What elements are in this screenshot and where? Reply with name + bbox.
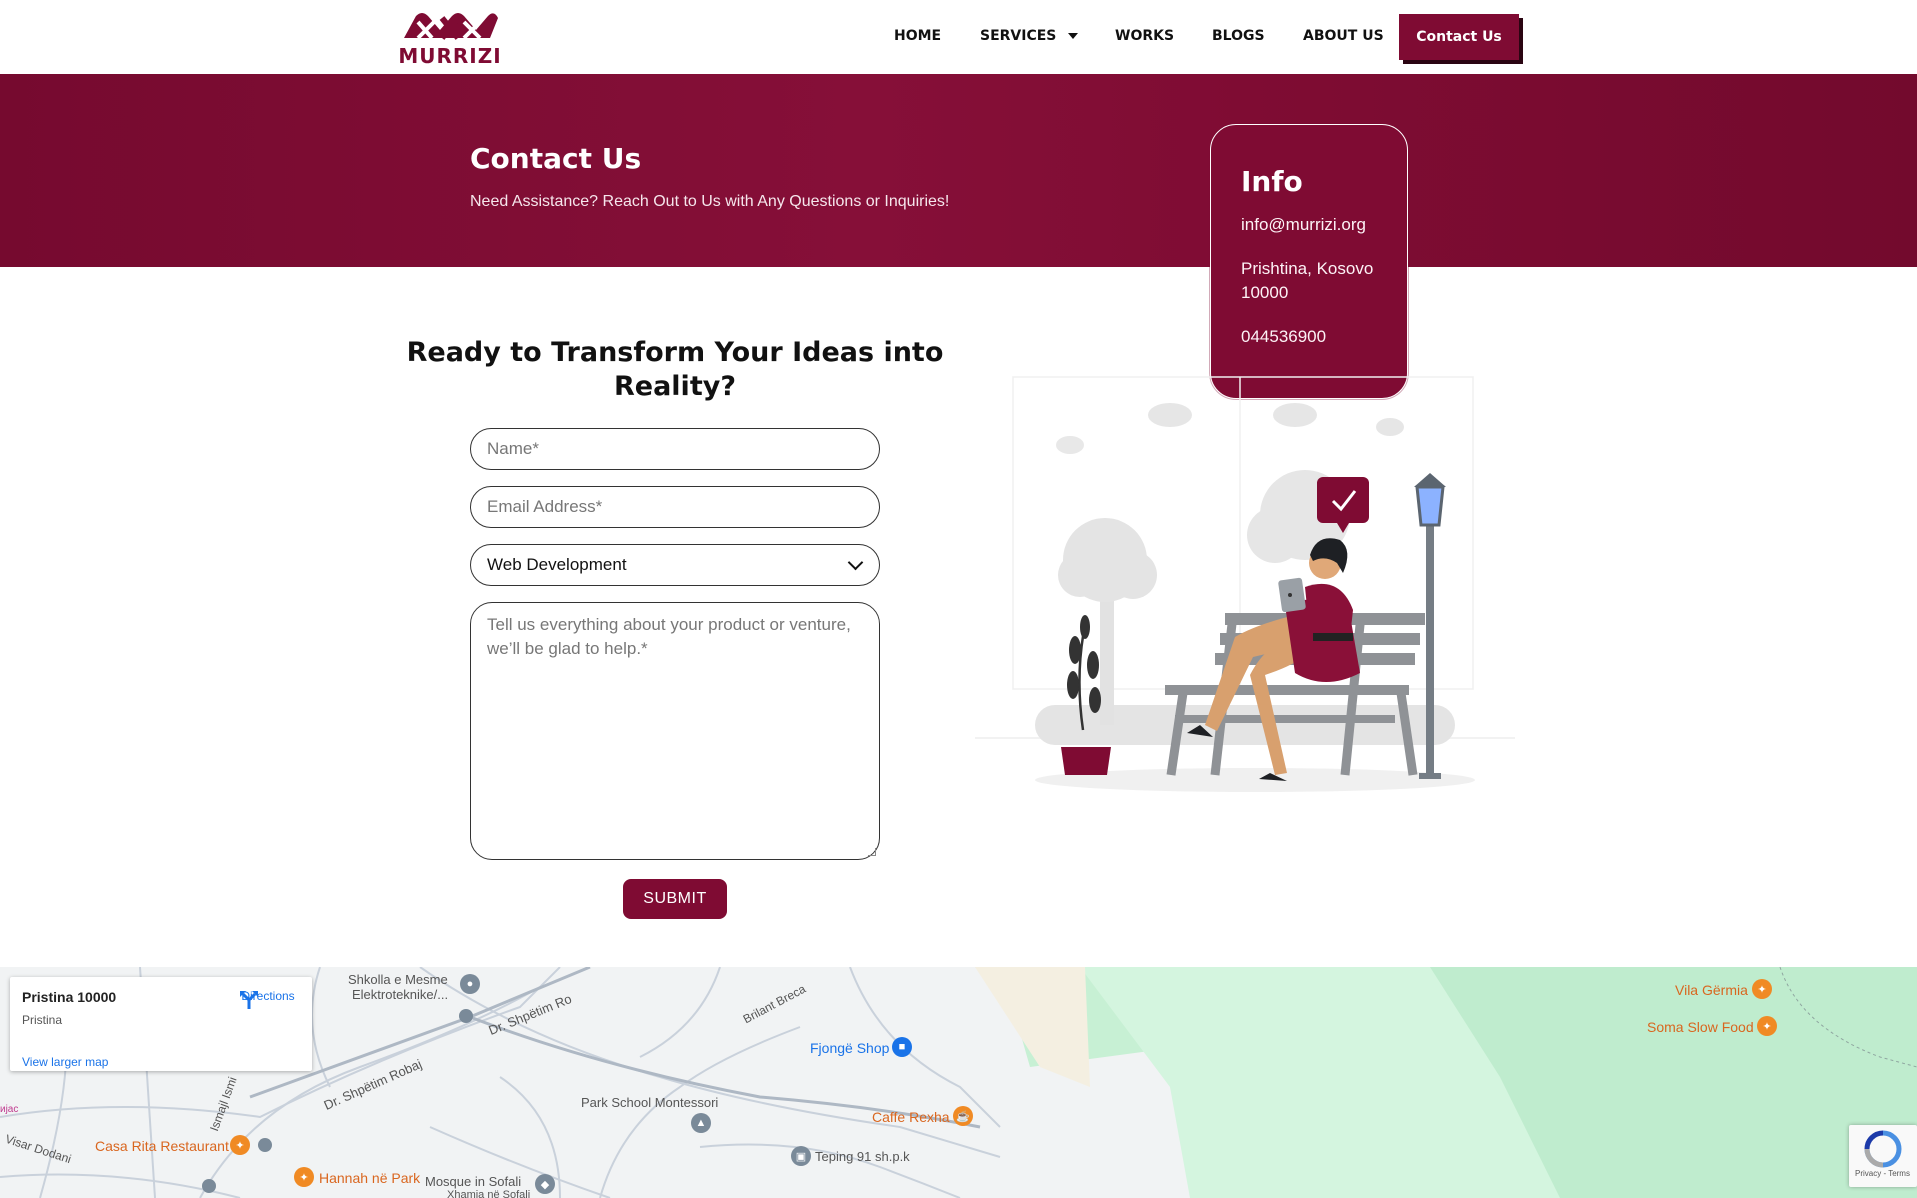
directions-icon xyxy=(240,991,258,1009)
map-label-teping[interactable]: Teping 91 sh.p.k xyxy=(815,1149,910,1164)
map-label-mosque[interactable]: Mosque in Sofali Xhamia në Sofali xyxy=(425,1174,530,1198)
bus-stop-icon[interactable] xyxy=(459,1009,473,1023)
map-label-park-school[interactable]: Park School Montessori xyxy=(581,1095,718,1110)
woman-on-bench-illustration xyxy=(965,375,1525,795)
nav-blogs[interactable]: BLOGS xyxy=(1212,28,1265,44)
map-label-hannah[interactable]: Hannah në Park xyxy=(319,1170,420,1186)
page-subtitle: Need Assistance? Reach Out to Us with An… xyxy=(470,193,950,210)
name-input[interactable]: Name* xyxy=(470,428,880,470)
map-label-mosque-line1: Mosque in Sofali xyxy=(425,1174,522,1189)
map-label-soma[interactable]: Soma Slow Food xyxy=(1647,1019,1754,1035)
map-label-vila-germia[interactable]: Vila Gërmia xyxy=(1675,982,1748,998)
map-label-caffe-rexha[interactable]: Caffe Rexha xyxy=(872,1109,950,1125)
cafe-pin-icon[interactable]: ☕ xyxy=(953,1106,973,1126)
message-placeholder: Tell us everything about your product or… xyxy=(487,615,851,658)
restaurant-pin-icon[interactable]: ✦ xyxy=(230,1135,250,1155)
page-title: Contact Us xyxy=(470,142,642,175)
bus-stop-2-icon[interactable] xyxy=(258,1138,272,1152)
map-info-card: Pristina 10000 Pristina View larger map … xyxy=(10,977,312,1071)
info-email[interactable]: info@murrizi.org xyxy=(1241,213,1366,237)
nav-services-label: SERVICES xyxy=(980,28,1057,44)
map-label-fjonge[interactable]: Fjongë Shop xyxy=(810,1040,889,1056)
recaptcha-terms[interactable]: Privacy - Terms xyxy=(1855,1169,1910,1178)
service-select[interactable]: Web Development xyxy=(470,544,880,586)
directions-button[interactable]: Directions xyxy=(238,989,298,1009)
school-pin-icon[interactable]: ● xyxy=(460,974,480,994)
caret-down-icon xyxy=(1068,33,1079,39)
form-heading-line1: Ready to Transform Your Ideas into xyxy=(406,337,944,368)
map-label-school-line2: Elektroteknike/... xyxy=(352,987,449,1002)
logo-mark-icon xyxy=(404,13,498,40)
site-header: MURRIZI HOME SERVICES WORKS BLOGS ABOUT … xyxy=(0,0,1917,74)
murrizi-logo[interactable]: MURRIZI xyxy=(398,8,502,68)
info-address-line2: 10000 xyxy=(1241,283,1289,302)
view-larger-map-link[interactable]: View larger map xyxy=(22,1055,108,1069)
shop-pin-icon[interactable]: ■ xyxy=(892,1037,912,1057)
map-label-mosque-line2: Xhamia në Sofali xyxy=(447,1189,531,1198)
nav-works[interactable]: WORKS xyxy=(1115,28,1174,44)
info-address-line1: Prishtina, Kosovo xyxy=(1241,259,1374,278)
map-label-casa-rita[interactable]: Casa Rita Restaurant xyxy=(95,1138,229,1154)
hero-banner: Contact Us Need Assistance? Reach Out to… xyxy=(0,74,1917,267)
message-textarea[interactable]: Tell us everything about your product or… xyxy=(470,602,880,860)
restaurant-pin-3-icon[interactable]: ✦ xyxy=(1752,979,1772,999)
restaurant-pin-2-icon[interactable]: ✦ xyxy=(294,1167,314,1187)
map-label-school: Shkolla e Mesme Elektroteknike/... xyxy=(348,972,448,1002)
restaurant-pin-4-icon[interactable]: ✦ xyxy=(1757,1016,1777,1036)
form-heading-line2: Reality? xyxy=(613,371,736,402)
bus-stop-3-icon[interactable] xyxy=(202,1179,216,1193)
resize-handle-icon[interactable] xyxy=(868,848,876,856)
map-card-subtitle: Pristina xyxy=(22,1013,63,1027)
service-select-value: Web Development xyxy=(487,555,627,574)
contact-us-button[interactable]: Contact Us xyxy=(1399,14,1519,60)
logo-text: MURRIZI xyxy=(398,44,502,68)
nav-home[interactable]: HOME xyxy=(894,28,941,44)
info-phone[interactable]: 044536900 xyxy=(1241,325,1326,349)
teping-pin-icon[interactable]: ▣ xyxy=(791,1146,811,1166)
park-school-pin-icon[interactable]: ▲ xyxy=(691,1113,711,1133)
map-label-school-line1: Shkolla e Mesme xyxy=(348,972,448,987)
email-input[interactable]: Email Address* xyxy=(470,486,880,528)
submit-button[interactable]: SUBMIT xyxy=(623,879,727,919)
info-title: Info xyxy=(1241,165,1303,198)
map-card-title: Pristina 10000 xyxy=(22,989,117,1005)
mosque-pin-icon[interactable]: ◆ xyxy=(535,1174,555,1194)
nav-services[interactable]: SERVICES xyxy=(980,28,1079,44)
recaptcha-badge[interactable]: Privacy - Terms xyxy=(1849,1125,1917,1187)
chevron-down-icon xyxy=(847,554,864,571)
info-card: Info info@murrizi.org Prishtina, Kosovo … xyxy=(1210,124,1408,399)
recaptcha-icon xyxy=(1864,1130,1902,1168)
form-heading: Ready to Transform Your Ideas into Reali… xyxy=(405,336,945,404)
nav-about-us[interactable]: ABOUT US xyxy=(1303,28,1384,44)
embedded-map[interactable]: Shkolla e Mesme Elektroteknike/... ● Dr.… xyxy=(0,967,1917,1198)
map-label-edge: ијас xyxy=(0,1104,19,1115)
